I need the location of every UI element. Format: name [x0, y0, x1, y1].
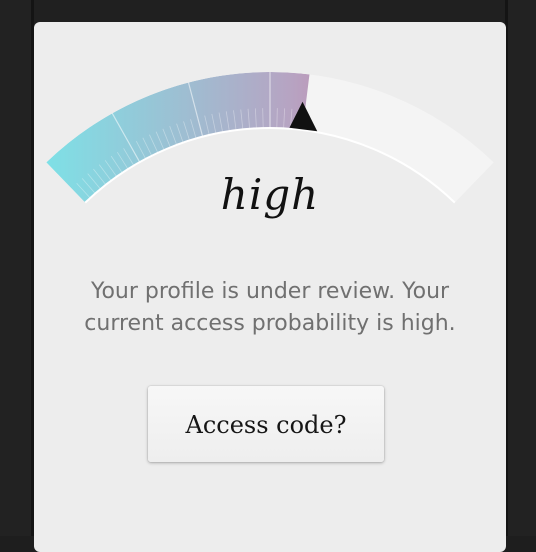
- review-status-message: Your profile is under review. Your curre…: [84, 279, 456, 336]
- gauge-minor-tick: [262, 108, 264, 129]
- access-code-button[interactable]: Access code?: [148, 386, 384, 462]
- probability-level-label: high: [220, 170, 320, 219]
- frame-right-bezel: [506, 0, 536, 536]
- device-frame: high Your profile is under review. Your …: [0, 0, 536, 552]
- probability-card: high Your profile is under review. Your …: [34, 22, 506, 552]
- frame-left-bezel: [0, 0, 34, 536]
- gauge-minor-tick: [276, 108, 278, 129]
